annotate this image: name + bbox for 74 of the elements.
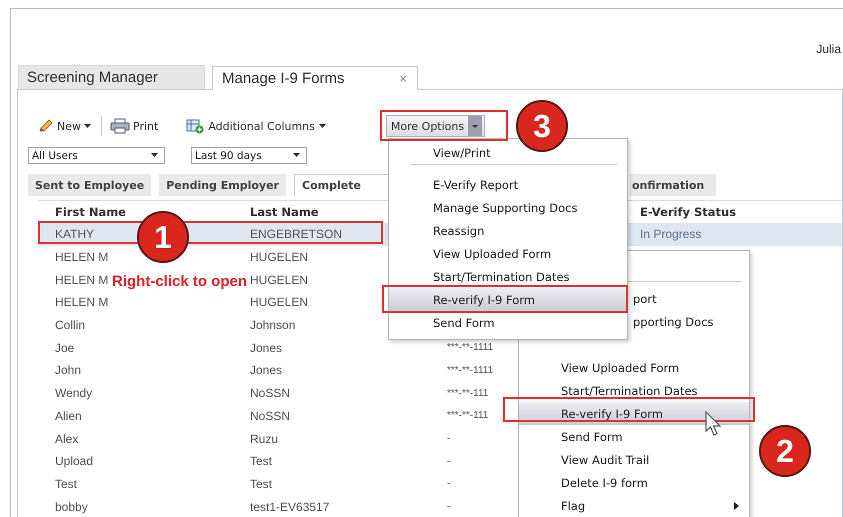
column-header[interactable]: First Name bbox=[55, 205, 126, 219]
table-cell: Jones bbox=[250, 363, 282, 378]
table-cell: HUGELEN bbox=[250, 250, 308, 264]
toolbar-button[interactable]: New bbox=[38, 119, 91, 133]
table-cell: test1-EV63517 bbox=[250, 500, 330, 514]
toolbar-button[interactable]: Print bbox=[110, 118, 158, 134]
table-cell: HUGELEN bbox=[250, 295, 308, 310]
table-cell[interactable]: HELEN M bbox=[55, 295, 108, 310]
menu-item[interactable]: View Audit Trail bbox=[519, 448, 749, 471]
menu-item[interactable]: Reassign bbox=[389, 219, 627, 242]
tab[interactable]: Screening Manager bbox=[18, 65, 205, 89]
table-cell: ***-**-1111 bbox=[447, 342, 494, 354]
table-cell[interactable]: Collin bbox=[55, 318, 86, 332]
menu-item[interactable]: Re-verify I-9 Form bbox=[519, 402, 749, 425]
menu-item[interactable]: Send Form bbox=[519, 425, 749, 448]
table-cell: NoSSN bbox=[250, 386, 290, 400]
menu-item[interactable]: Re-verify I-9 Form bbox=[389, 288, 627, 311]
table-cell[interactable]: HELEN M bbox=[55, 250, 108, 264]
table-cell[interactable]: Joe bbox=[55, 340, 74, 355]
menu-item[interactable]: Flag bbox=[519, 494, 749, 517]
caret-icon bbox=[293, 153, 300, 158]
more-options-button[interactable]: More Options bbox=[386, 115, 486, 137]
table-cell[interactable]: Test bbox=[55, 476, 78, 491]
table-cell: - bbox=[447, 433, 450, 444]
column-header[interactable]: E-Verify Status bbox=[640, 205, 736, 219]
table-cell: - bbox=[447, 456, 450, 467]
table-cell: Test bbox=[250, 454, 272, 468]
menu-item[interactable]: Send Form bbox=[389, 311, 627, 334]
menu-item[interactable]: Delete I-9 form bbox=[519, 471, 749, 494]
tab[interactable]: Manage I-9 Forms × bbox=[212, 66, 418, 90]
toolbar-button[interactable]: Additional Columns bbox=[186, 118, 326, 134]
menu-item[interactable]: View Uploaded Form bbox=[389, 242, 627, 265]
status-tab[interactable]: Sent to Employee bbox=[28, 174, 152, 196]
table-cell[interactable]: John bbox=[55, 363, 82, 378]
table-cell[interactable]: KATHY bbox=[55, 227, 94, 242]
table-cell: - bbox=[447, 501, 450, 512]
menu-item[interactable]: View Uploaded Form bbox=[519, 356, 749, 379]
filter-dropdown[interactable]: All Users bbox=[28, 147, 165, 164]
table-cell[interactable]: HELEN M bbox=[55, 272, 108, 287]
column-header[interactable]: Last Name bbox=[250, 205, 319, 219]
table-add-icon bbox=[186, 118, 204, 134]
table-cell[interactable]: Alex bbox=[55, 432, 78, 446]
table-cell: Johnson bbox=[250, 318, 296, 332]
table-cell[interactable]: Alien bbox=[55, 408, 82, 423]
cursor-icon bbox=[704, 411, 724, 437]
table-cell: Ruzu bbox=[250, 432, 278, 446]
table-cell: ***-**-111 bbox=[447, 410, 488, 422]
step-number: 3 bbox=[516, 100, 568, 152]
pencil-icon bbox=[38, 119, 54, 133]
table-cell[interactable]: Wendy bbox=[55, 386, 92, 400]
step-number: 2 bbox=[759, 425, 811, 477]
table-cell[interactable]: bobby bbox=[55, 500, 88, 514]
table-cell: ***-**-1111 bbox=[447, 364, 494, 376]
status-tab[interactable]: onfirmation bbox=[630, 174, 716, 196]
table-cell: ENGEBRETSON bbox=[250, 227, 342, 242]
caret-icon bbox=[151, 153, 158, 158]
step-number: 1 bbox=[137, 211, 189, 263]
user-name[interactable]: Julia bbox=[816, 9, 841, 65]
menu-item[interactable]: Start/Termination Dates bbox=[389, 265, 627, 288]
table-cell: In Progress bbox=[640, 227, 702, 242]
status-tab[interactable]: Pending Employer bbox=[159, 174, 286, 196]
table-cell: Jones bbox=[250, 340, 282, 355]
printer-icon bbox=[110, 118, 130, 134]
table-cell: - bbox=[447, 478, 450, 490]
table-cell: Test bbox=[250, 476, 272, 491]
menu-item[interactable]: Manage Supporting Docs bbox=[389, 196, 627, 219]
close-icon[interactable]: × bbox=[399, 71, 407, 86]
filter-dropdown[interactable]: Last 90 days bbox=[191, 147, 307, 164]
table-cell: NoSSN bbox=[250, 408, 290, 423]
table-cell: HUGELEN bbox=[250, 272, 308, 287]
annotation-text: Right-click to open bbox=[112, 273, 247, 290]
table-cell[interactable]: Upload bbox=[55, 454, 94, 468]
table-cell: ***-**-111 bbox=[447, 388, 488, 399]
menu-item[interactable]: Start/Termination Dates bbox=[519, 379, 749, 402]
